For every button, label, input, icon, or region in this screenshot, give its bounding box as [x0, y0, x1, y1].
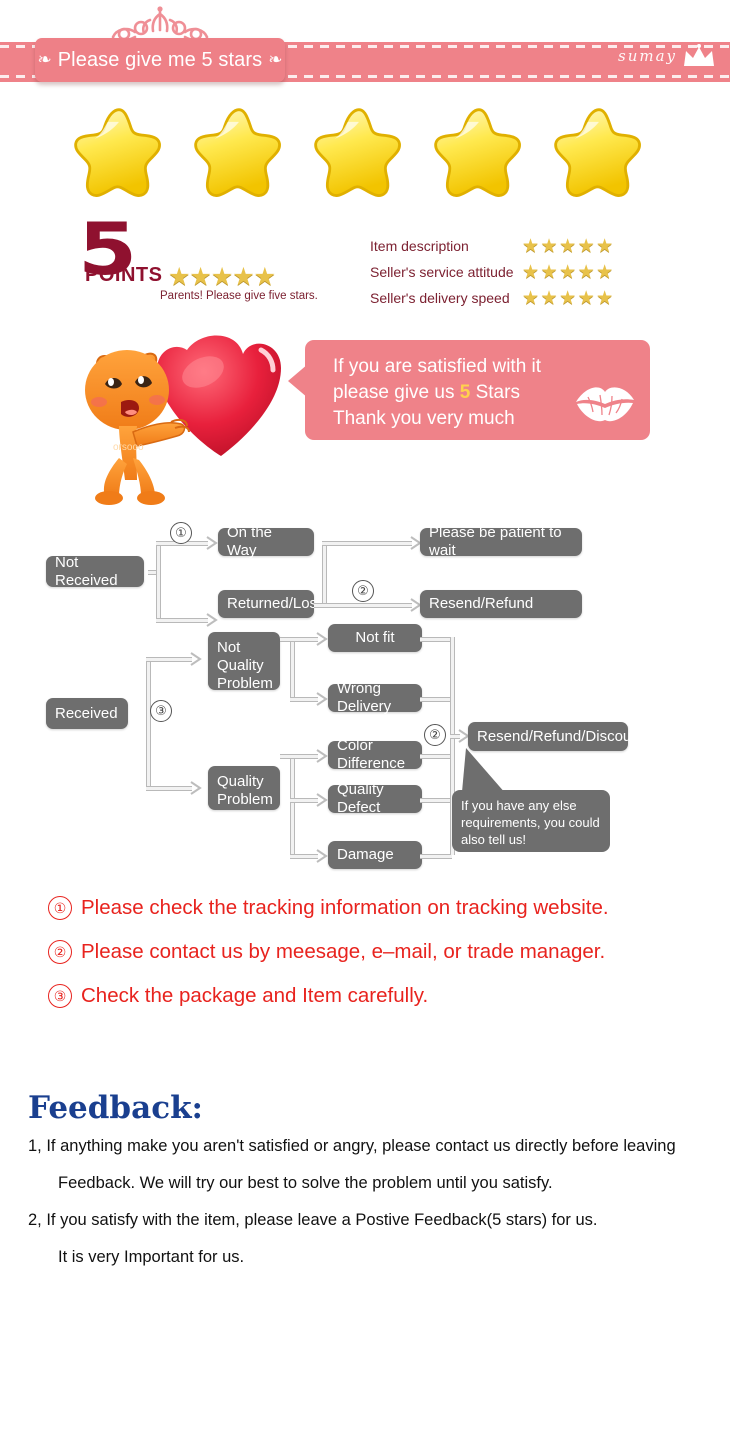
- flow-marker-two: ②: [352, 580, 374, 602]
- flow-line: [290, 697, 318, 702]
- flow-arrow-icon: [190, 781, 202, 795]
- mascot-heart-icon: orsooo: [85, 335, 281, 505]
- points-note: Parents! Please give five stars.: [160, 290, 318, 302]
- brand-name: sumay: [618, 47, 677, 65]
- big-stars-row: [72, 104, 662, 209]
- star-icon: [74, 108, 161, 197]
- points-stars: ★★★★★: [168, 263, 276, 291]
- svg-text:orsooo: orsooo: [113, 442, 144, 453]
- flow-node-on-the-way[interactable]: On the Way: [218, 524, 314, 559]
- points-word: POINTS: [85, 264, 163, 286]
- flow-line: [146, 658, 151, 788]
- rating-label: Item description: [370, 238, 469, 254]
- banner-title-pill: ❧ Please give me 5 stars ❧: [35, 38, 285, 82]
- flowchart: Not Received ① On the Way Returned/Lost …: [0, 512, 730, 880]
- rating-label: Seller's service attitude: [370, 264, 514, 280]
- red-note-number: ②: [48, 940, 72, 964]
- rating-stars: ★★★★★: [522, 235, 615, 257]
- flow-line: [420, 697, 452, 702]
- ornament-left-icon: ❧: [37, 49, 52, 69]
- flow-node-resend-refund-discount[interactable]: Resend/Refund/Discount: [468, 722, 644, 751]
- bubble-line-3: Thank you very much: [333, 408, 515, 429]
- feedback-line: 2, If you satisfy with the item, please …: [28, 1211, 598, 1229]
- rating-label: Seller's delivery speed: [370, 290, 510, 306]
- speech-bubble-text: If you are satisfied with it please give…: [333, 354, 541, 432]
- flow-arrow-icon: [206, 613, 218, 627]
- rating-row: Seller's service attitude ★★★★★: [370, 261, 615, 283]
- crown-icon: [684, 44, 714, 66]
- points-block: 5 POINTS ★★★★★ Parents! Please give five…: [78, 213, 338, 308]
- flow-line: [146, 786, 192, 791]
- red-note-text: Please contact us by meesage, e–mail, or…: [81, 940, 606, 963]
- flow-node-color-difference[interactable]: Color Difference: [328, 737, 422, 772]
- flow-line: [280, 637, 318, 642]
- red-note-text: Check the package and Item carefully.: [81, 984, 429, 1007]
- flow-line: [322, 541, 327, 605]
- rating-row: Seller's delivery speed ★★★★★: [370, 287, 615, 309]
- flow-line: [322, 541, 412, 546]
- flow-marker-two: ②: [424, 724, 446, 746]
- speech-bubble: If you are satisfied with it please give…: [305, 340, 650, 440]
- flow-callout: If you have any else requirements, you c…: [452, 790, 610, 852]
- flow-line: [290, 798, 318, 803]
- flow-marker-three: ③: [150, 700, 172, 722]
- flow-line: [290, 755, 295, 855]
- rating-stars: ★★★★★: [522, 287, 615, 309]
- flow-node-quality-defect[interactable]: Quality Defect: [328, 781, 422, 816]
- rating-rows: Item description ★★★★★ Seller's service …: [370, 236, 615, 314]
- flow-line: [146, 657, 192, 662]
- lips-icon: [576, 387, 634, 422]
- flow-line: [420, 754, 452, 759]
- feedback-line: 1, If anything make you aren't satisfied…: [28, 1137, 676, 1155]
- red-note: ① Please check the tracking information …: [48, 886, 718, 930]
- flow-line: [420, 637, 452, 642]
- red-note: ③ Check the package and Item carefully.: [48, 974, 718, 1018]
- flow-line: [156, 618, 208, 623]
- banner-section: ❧ Please give me 5 stars ❧ sumay: [0, 0, 730, 100]
- flow-node-not-fit[interactable]: Not fit: [328, 624, 422, 652]
- star-icon: [314, 108, 401, 197]
- feedback-title: Feedback:: [28, 1090, 203, 1126]
- flow-node-quality-problem[interactable]: Quality Problem: [208, 766, 280, 810]
- flow-line: [290, 638, 295, 698]
- flow-marker-one: ①: [170, 522, 192, 544]
- feedback-section: Feedback: 1, If anything make you aren't…: [28, 1090, 728, 1283]
- feedback-line: Feedback. We will try our best to solve …: [58, 1174, 553, 1192]
- flow-line: [314, 603, 412, 608]
- bubble-line-1: If you are satisfied with it: [333, 356, 542, 377]
- flow-node-resend-refund[interactable]: Resend/Refund: [420, 590, 582, 618]
- star-icon: [554, 108, 641, 197]
- flow-node-be-patient[interactable]: Please be patient to wait: [420, 524, 582, 559]
- bubble-line-2-pre: please give us: [333, 382, 460, 403]
- mascot-and-bubble: orsooo If you are satisfied with it plea…: [75, 328, 675, 518]
- bubble-line-2-post: Stars: [470, 382, 520, 403]
- rating-row: Item description ★★★★★: [370, 235, 615, 257]
- flow-node-not-received[interactable]: Not Received: [46, 554, 144, 589]
- red-note: ② Please contact us by meesage, e–mail, …: [48, 930, 718, 974]
- flow-node-received[interactable]: Received: [46, 698, 128, 729]
- star-icon: [434, 108, 521, 197]
- flow-arrow-icon: [190, 652, 202, 666]
- flow-line: [290, 854, 318, 859]
- star-icon: [194, 108, 281, 197]
- brand-logo: sumay: [618, 44, 716, 68]
- bubble-line-2: please give us 5 Stars: [333, 380, 541, 406]
- flow-node-wrong-delivery[interactable]: Wrong Delivery: [328, 680, 422, 715]
- red-note-text: Please check the tracking information on…: [81, 896, 609, 919]
- rating-stars: ★★★★★: [522, 261, 615, 283]
- red-note-number: ③: [48, 984, 72, 1008]
- bubble-highlight-number: 5: [459, 382, 471, 403]
- banner-title: Please give me 5 stars: [57, 48, 263, 71]
- flow-line: [156, 542, 161, 620]
- flow-line: [420, 798, 452, 803]
- flow-line: [420, 854, 452, 859]
- feedback-line: It is very Important for us.: [58, 1248, 245, 1266]
- ornament-right-icon: ❧: [268, 49, 283, 69]
- flow-node-returned-lost[interactable]: Returned/Lost: [218, 590, 321, 618]
- red-notes: ① Please check the tracking information …: [48, 886, 718, 1018]
- flow-node-not-quality-problem[interactable]: Not Quality Problem: [208, 632, 280, 692]
- red-note-number: ①: [48, 896, 72, 920]
- flow-line: [280, 754, 318, 759]
- flow-node-damage[interactable]: Damage: [328, 841, 422, 869]
